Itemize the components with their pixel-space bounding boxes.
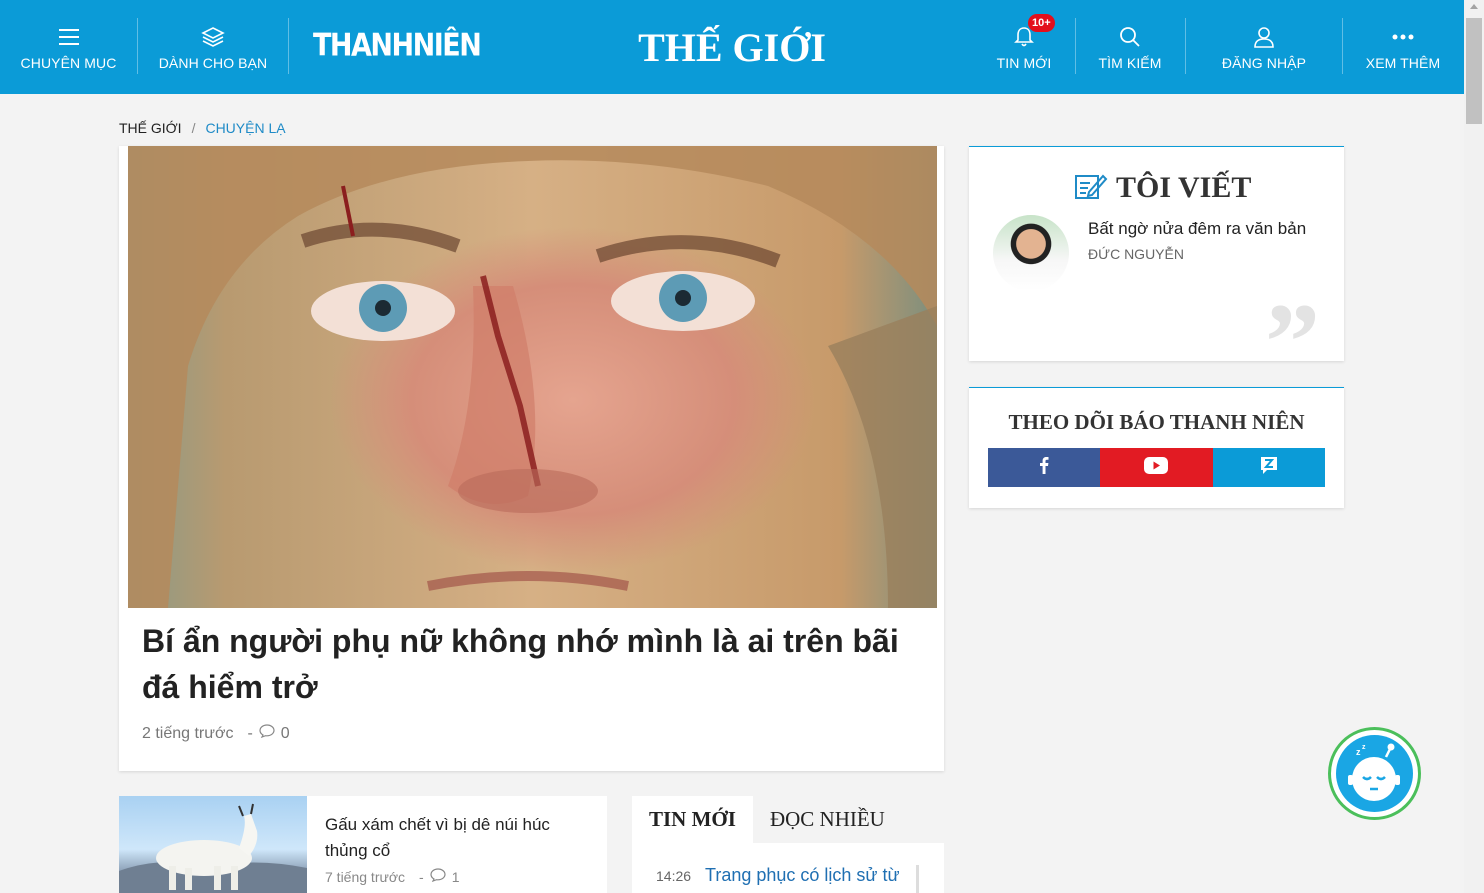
header-divider [1342,18,1343,74]
breadcrumb: THẾ GIỚI / CHUYỆN LẠ [119,120,286,136]
news-tabs: TIN MỚI ĐỌC NHIỀU 14:26 Trang phục có lị… [632,796,944,893]
author-avatar[interactable] [993,215,1069,291]
meta-separator: - [247,724,253,742]
follow-title: THEO DÕI BÁO THANH NIÊN [1008,410,1305,434]
tab-bar: TIN MỚI ĐỌC NHIỀU [632,796,944,843]
featured-article[interactable]: Bí ẩn người phụ nữ không nhớ mình là ai … [119,146,944,771]
featured-article-time: 2 tiếng trước [142,724,234,742]
breadcrumb-divider: / [191,120,196,136]
login-button[interactable]: ĐĂNG NHẬP [1215,0,1313,94]
header-divider [137,18,138,74]
toi-viet-widget: TÔI VIẾT Bất ngờ nửa đêm ra văn bản ĐỨC … [969,146,1344,397]
for-you-button[interactable]: DÀNH CHO BẠN [158,0,268,94]
breadcrumb-root[interactable]: THẾ GIỚI [119,120,182,136]
meta-separator: - [419,868,424,885]
toi-viet-title: TÔI VIẾT [1116,171,1252,204]
quote-icon: ” [1265,281,1320,403]
toi-viet-headline[interactable]: Bất ngờ nửa đêm ra văn bản [1088,219,1306,239]
featured-article-title[interactable]: Bí ẩn người phụ nữ không nhớ mình là ai … [142,618,932,710]
hamburger-icon [58,23,80,51]
more-button[interactable]: XEM THÊM [1362,0,1444,94]
facebook-button[interactable] [988,448,1101,487]
svg-text:z: z [1362,744,1366,751]
youtube-button[interactable] [1100,448,1213,487]
news-item-time: 14:26 [656,868,692,884]
news-badge: 10+ [1028,14,1055,32]
search-button[interactable]: TÌM KIẾM [1095,0,1165,94]
header-divider [1185,18,1186,74]
pencil-note-icon [1074,172,1108,205]
svg-text:z: z [1356,747,1361,757]
zalo-button[interactable] [1212,448,1325,487]
site-logo[interactable]: THANHNIÊN [313,28,482,64]
featured-article-image[interactable] [128,146,937,608]
facebook-icon [1039,456,1049,479]
tab-latest[interactable]: TIN MỚI [632,796,753,843]
featured-article-comment-count[interactable]: 0 [281,725,290,743]
article-card-meta: 7 tiếng trước - 1 [325,868,460,885]
menu-label: CHUYÊN MỤC [20,55,117,71]
toi-viet-author[interactable]: ĐỨC NGUYỄN [1088,246,1184,262]
for-you-label: DÀNH CHO BẠN [158,55,268,71]
more-label: XEM THÊM [1365,55,1441,71]
section-title: THẾ GIỚI [638,25,826,70]
site-header: CHUYÊN MỤC DÀNH CHO BẠN THANHNIÊN THẾ GI… [0,0,1464,94]
header-divider [1075,18,1076,74]
robot-icon: z z [1336,735,1413,812]
youtube-icon [1144,456,1169,479]
breadcrumb-current[interactable]: CHUYỆN LẠ [205,120,285,136]
comment-icon[interactable] [430,868,446,885]
tab-most-read[interactable]: ĐỌC NHIỀU [753,796,902,843]
article-card-title[interactable]: Gấu xám chết vì bị dê núi húc thủng cổ [325,812,585,864]
login-label: ĐĂNG NHẬP [1221,55,1307,71]
news-item-title[interactable]: Trang phục có lịch sử từ [705,865,900,886]
news-label: TIN MỚI [996,55,1052,71]
scroll-up-arrow-icon[interactable] [1470,4,1478,9]
article-card-comment-count[interactable]: 1 [452,869,460,885]
dots-icon [1392,23,1414,51]
menu-button[interactable]: CHUYÊN MỤC [20,0,117,94]
article-card-time: 7 tiếng trước [325,868,406,885]
article-card[interactable]: Gấu xám chết vì bị dê núi húc thủng cổ 7… [119,796,607,893]
page-scrollbar[interactable] [1464,0,1484,893]
scroll-thumb[interactable] [1466,18,1482,124]
header-divider [288,18,289,74]
layers-icon [201,23,225,51]
social-links [988,448,1325,487]
search-label: TÌM KIẾM [1098,55,1162,71]
chatbot-button[interactable]: z z [1328,727,1421,820]
user-icon [1253,23,1275,51]
toi-viet-header: TÔI VIẾT [1074,171,1251,205]
featured-article-meta: 2 tiếng trước - 0 [142,724,290,743]
comment-icon[interactable] [259,724,275,743]
search-icon [1119,23,1141,51]
tab-panel-scrollbar[interactable] [916,865,919,893]
tab-panel: 14:26 Trang phục có lịch sử từ [632,843,944,893]
article-card-image[interactable] [119,796,307,893]
follow-widget: THEO DÕI BÁO THANH NIÊN [969,387,1344,508]
zalo-icon [1259,455,1279,480]
